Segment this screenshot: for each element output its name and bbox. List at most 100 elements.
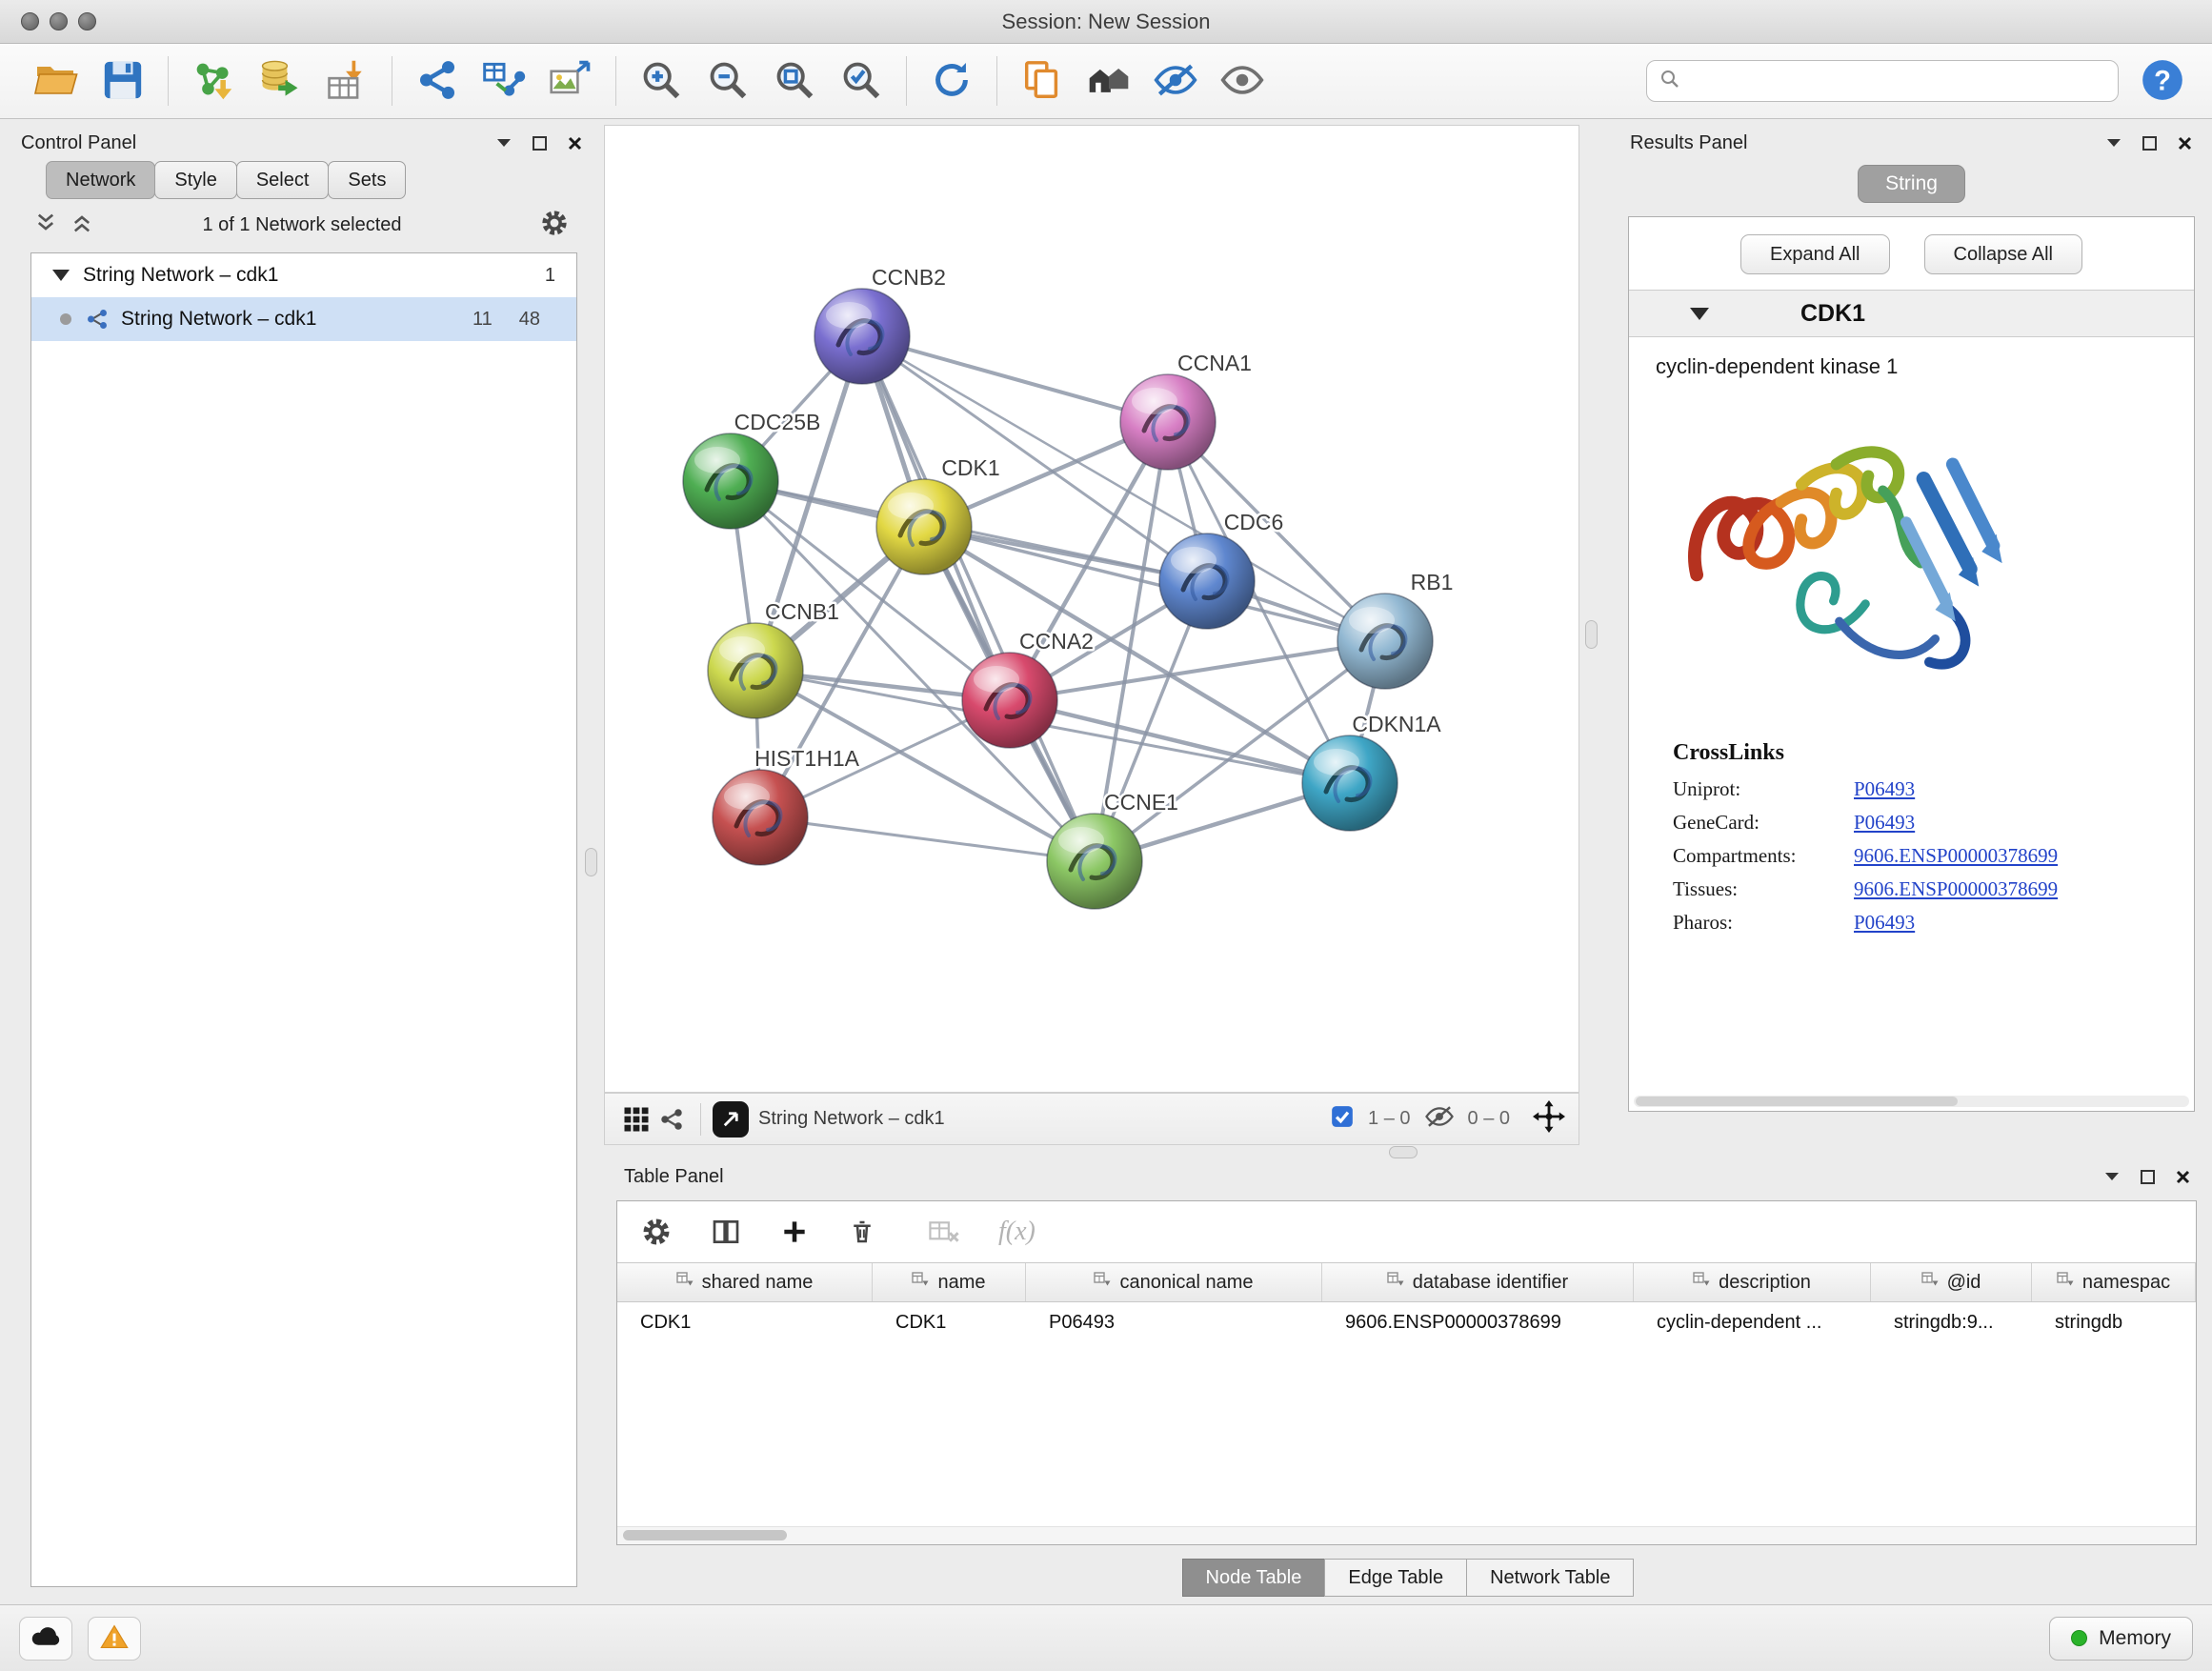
birdseye-view-button[interactable] [618, 1105, 654, 1134]
left-splitter-handle[interactable] [585, 848, 597, 876]
panel-float-icon[interactable] [2140, 1169, 2156, 1185]
add-column-button[interactable] [779, 1217, 810, 1247]
horizontal-splitter-handle[interactable] [1389, 1146, 1418, 1158]
right-splitter-handle[interactable] [1585, 620, 1598, 649]
network-row-selected[interactable]: String Network – cdk1 11 48 [31, 297, 576, 341]
network-node-CDC25B[interactable]: CDC25B [683, 410, 820, 529]
node-label: CDC25B [734, 410, 821, 434]
export-network-image-button[interactable] [543, 52, 598, 110]
eye-icon [1219, 57, 1265, 106]
crosslink-row: GeneCard:P06493 [1673, 811, 2194, 835]
import-network-from-file-button[interactable] [186, 52, 241, 110]
tab-sets[interactable]: Sets [328, 161, 406, 199]
network-node-CCNB1[interactable]: CCNB1 [708, 599, 839, 718]
save-session-button[interactable] [95, 52, 151, 110]
zoom-fit-button[interactable] [767, 52, 822, 110]
string-badge-button[interactable] [654, 1106, 689, 1133]
show-all-button[interactable] [1215, 52, 1270, 110]
table-row[interactable]: CDK1CDK1P064939606.ENSP00000378699cyclin… [617, 1302, 2196, 1342]
panel-close-icon[interactable] [2175, 1169, 2191, 1185]
panel-float-icon[interactable] [532, 135, 548, 151]
tab-network-table[interactable]: Network Table [1466, 1559, 1634, 1597]
table-horizontal-scrollbar[interactable] [617, 1526, 2196, 1544]
network-node-HIST1H1A[interactable]: HIST1H1A [713, 746, 860, 865]
results-horizontal-scrollbar[interactable] [1634, 1096, 2189, 1107]
open-in-browser-button[interactable] [713, 1101, 749, 1137]
crosslink-label: Pharos: [1673, 911, 1854, 935]
table-cell: cyclin-dependent ... [1634, 1302, 1871, 1342]
show-columns-button[interactable] [711, 1217, 741, 1247]
network-node-CCNB2[interactable]: CCNB2 [814, 265, 946, 384]
hidden-eye-slash-icon[interactable] [1424, 1105, 1455, 1133]
network-node-CDK1[interactable]: CDK1 [876, 455, 1000, 574]
node-label: CCNB2 [872, 265, 946, 290]
table-settings-gear-button[interactable] [640, 1216, 673, 1248]
zoom-out-button[interactable] [700, 52, 755, 110]
warnings-button[interactable] [88, 1617, 141, 1661]
cloud-status-button[interactable] [19, 1617, 72, 1661]
tab-string[interactable]: String [1858, 165, 1965, 203]
gene-section-header[interactable]: CDK1 [1629, 290, 2194, 337]
table-panel-header: Table Panel [616, 1158, 2199, 1195]
scrollbar-thumb[interactable] [623, 1530, 787, 1540]
column-header-shared-name[interactable]: shared name [617, 1263, 873, 1301]
import-table-from-file-button[interactable] [319, 52, 374, 110]
network-collection-row[interactable]: String Network – cdk1 1 [31, 253, 576, 297]
network-view[interactable]: CCNB2CCNA1CDC25BCDK1CDC6RB1CCNB1CCNA2CDK… [604, 125, 1579, 1093]
panel-menu-icon[interactable] [495, 137, 513, 149]
crosslink-value-link[interactable]: 9606.ENSP00000378699 [1854, 877, 2058, 901]
new-network-from-table-button[interactable] [476, 52, 532, 110]
column-header-database-identifier[interactable]: database identifier [1322, 1263, 1634, 1301]
column-header-namespac[interactable]: namespac [2032, 1263, 2196, 1301]
crosslink-value-link[interactable]: P06493 [1854, 911, 1915, 935]
network-node-RB1[interactable]: RB1 [1337, 570, 1453, 689]
zoom-in-button[interactable] [633, 52, 689, 110]
duplicate-network-button[interactable] [1015, 52, 1070, 110]
fit-selected-crosshair-icon[interactable] [1533, 1100, 1565, 1137]
search-input[interactable] [1689, 70, 2106, 93]
collapse-all-button[interactable]: Collapse All [1924, 234, 2083, 274]
function-builder-button[interactable]: f(x) [998, 1217, 1036, 1247]
network-graph[interactable]: CCNB2CCNA1CDC25BCDK1CDC6RB1CCNB1CCNA2CDK… [605, 126, 1579, 1092]
open-session-button[interactable] [29, 52, 84, 110]
home-button[interactable] [1081, 52, 1136, 110]
tab-node-table[interactable]: Node Table [1182, 1559, 1326, 1597]
scrollbar-thumb[interactable] [1636, 1097, 1958, 1106]
tab-style[interactable]: Style [154, 161, 236, 199]
column-header-canonical-name[interactable]: canonical name [1026, 1263, 1322, 1301]
selected-checkbox-icon[interactable] [1330, 1104, 1355, 1134]
delete-table-button[interactable] [928, 1218, 960, 1246]
network-selection-text: 1 of 1 Network selected [13, 214, 591, 236]
crosslink-value-link[interactable]: P06493 [1854, 811, 1915, 835]
search-box[interactable] [1646, 60, 2119, 102]
zoom-selected-button[interactable] [834, 52, 889, 110]
column-header--id[interactable]: @id [1871, 1263, 2032, 1301]
network-options-gear-icon[interactable] [539, 208, 570, 243]
panel-float-icon[interactable] [2142, 135, 2158, 151]
help-button[interactable]: ? [2136, 54, 2189, 108]
crosslink-value-link[interactable]: 9606.ENSP00000378699 [1854, 844, 2058, 868]
column-header-description[interactable]: description [1634, 1263, 1871, 1301]
node-label: RB1 [1411, 570, 1454, 594]
tab-select[interactable]: Select [236, 161, 330, 199]
panel-close-icon[interactable] [567, 135, 583, 151]
section-collapse-caret-icon[interactable] [1690, 308, 1709, 320]
crosslink-value-link[interactable]: P06493 [1854, 777, 1915, 801]
delete-column-button[interactable] [848, 1218, 876, 1246]
expand-all-button[interactable]: Expand All [1740, 234, 1890, 274]
new-network-from-selection-button[interactable] [410, 52, 465, 110]
table-cell: stringdb:9... [1871, 1302, 2032, 1342]
refresh-view-button[interactable] [924, 52, 979, 110]
panel-menu-icon[interactable] [2105, 137, 2122, 149]
tab-network[interactable]: Network [46, 161, 155, 199]
memory-button[interactable]: Memory [2049, 1617, 2193, 1661]
import-network-from-database-button[interactable] [252, 52, 308, 110]
tree-expand-caret-icon[interactable] [52, 270, 70, 281]
tab-edge-table[interactable]: Edge Table [1324, 1559, 1467, 1597]
hide-selected-button[interactable] [1148, 52, 1203, 110]
panel-close-icon[interactable] [2177, 135, 2193, 151]
table-header-row: shared namenamecanonical namedatabase id… [617, 1262, 2196, 1302]
panel-menu-icon[interactable] [2103, 1171, 2121, 1182]
column-header-name[interactable]: name [873, 1263, 1026, 1301]
network-node-CCNA1[interactable]: CCNA1 [1120, 351, 1252, 470]
